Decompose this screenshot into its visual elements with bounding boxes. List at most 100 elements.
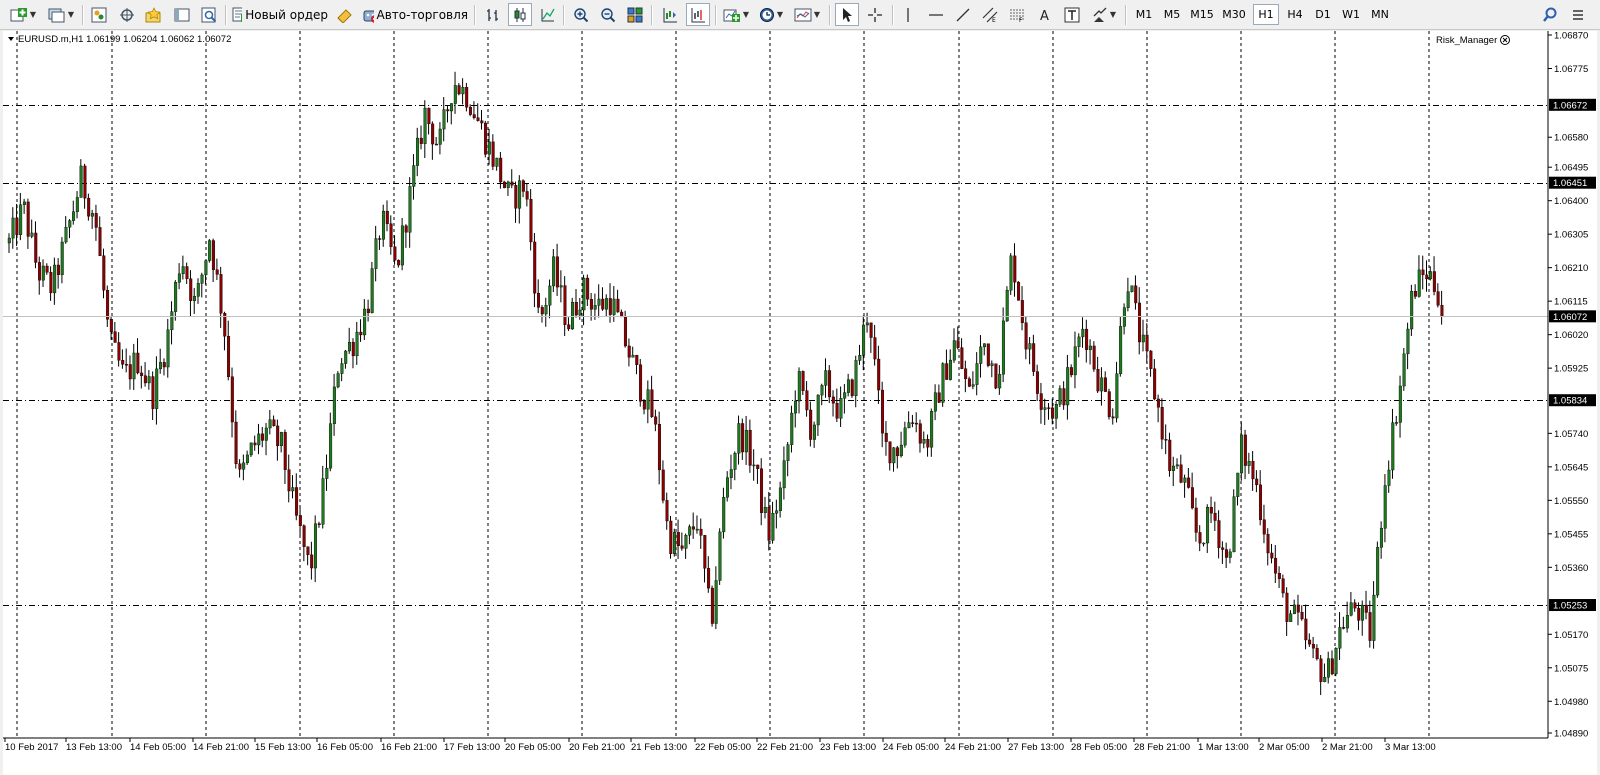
candle-body — [642, 401, 646, 410]
candle-body — [487, 141, 491, 155]
line-chart-icon — [541, 8, 555, 21]
tile-windows-button[interactable] — [624, 3, 646, 26]
candle-body — [1425, 274, 1429, 280]
candle-body — [744, 429, 748, 453]
chart-background — [3, 31, 1597, 775]
candle-body — [1183, 477, 1187, 483]
search-button[interactable] — [1538, 3, 1562, 26]
candle-body — [1141, 334, 1145, 343]
candle-body — [574, 301, 578, 316]
candle-body — [1334, 648, 1338, 675]
channel-tool-button[interactable]: E — [979, 3, 1001, 26]
timeframe-h1[interactable]: H1 — [1253, 4, 1279, 25]
new-order-button[interactable]: Новый ордер — [232, 3, 328, 26]
text-tool-button[interactable]: A — [1034, 3, 1056, 26]
candle-body — [892, 447, 896, 464]
candle-body — [1436, 291, 1440, 306]
candle-body — [952, 340, 956, 361]
line-chart-button[interactable] — [537, 3, 559, 26]
candle-body — [1092, 345, 1096, 370]
timeframe-m15[interactable]: M15 — [1187, 4, 1217, 25]
candle-body — [72, 211, 76, 221]
candle-body — [571, 301, 575, 330]
metaeditor-button[interactable] — [334, 3, 356, 26]
chart-window[interactable]: 1.06870 1.06775 1.06580 1.06495 1.06400 1.063… — [3, 31, 1597, 775]
vertical-line-tool-button[interactable] — [897, 3, 919, 26]
price-tick-label: 1.05360 — [1554, 563, 1588, 574]
candle-body — [733, 453, 737, 470]
terminal-button[interactable] — [171, 3, 193, 26]
chart-symbol-info: EURUSD.m,H1 1.06199 1.06204 1.06062 1.06… — [18, 34, 231, 45]
candle-body — [1013, 255, 1017, 283]
candle-body — [1292, 604, 1296, 614]
time-tick-label: 28 Feb 21:00 — [1134, 742, 1190, 753]
candle-body — [389, 223, 393, 247]
crosshair-tool-button[interactable] — [864, 3, 886, 26]
candle-body — [132, 352, 136, 380]
candle-body — [26, 201, 30, 237]
timeframe-h4[interactable]: H4 — [1282, 4, 1308, 25]
bar-chart-button[interactable] — [482, 3, 504, 26]
candle-body — [298, 515, 302, 526]
timeframe-m1[interactable]: M1 — [1131, 4, 1157, 25]
auto-scroll-button[interactable] — [686, 3, 710, 26]
candle-body — [608, 298, 612, 315]
text-label-icon — [1064, 7, 1080, 22]
indicators-button[interactable]: ▼ — [721, 3, 751, 26]
candle-body — [158, 362, 162, 370]
candle-body — [646, 389, 650, 410]
zoom-out-button[interactable] — [597, 3, 619, 26]
candle-body — [329, 423, 333, 469]
candle-body — [313, 523, 317, 569]
candlestick-chart-button[interactable] — [508, 3, 532, 26]
price-chart[interactable]: 1.06870 1.06775 1.06580 1.06495 1.06400 1.063… — [3, 31, 1597, 775]
profiles-button[interactable]: ▼ — [44, 3, 78, 26]
arrows-tool-button[interactable]: ▼ — [1088, 3, 1120, 26]
candle-body — [249, 442, 253, 456]
cursor-tool-button[interactable] — [835, 3, 859, 26]
candle-body — [589, 298, 593, 310]
candle-body — [306, 546, 310, 556]
auto-trading-button[interactable]: Авто-торговля — [362, 3, 468, 26]
periods-button[interactable]: ▼ — [756, 3, 786, 26]
price-tick-label: 1.04890 — [1554, 729, 1588, 740]
candle-body — [446, 109, 450, 112]
templates-button[interactable]: ▼ — [791, 3, 823, 26]
candle-body — [219, 274, 223, 314]
candle-body — [1421, 269, 1425, 276]
toolbar-options-button[interactable] — [1566, 3, 1590, 26]
trendline-tool-button[interactable] — [952, 3, 974, 26]
candle-body — [30, 232, 34, 237]
navigator-button[interactable] — [116, 3, 138, 26]
candle-body — [491, 141, 495, 167]
strategy-tester-button[interactable] — [198, 3, 220, 26]
fibonacci-tool-button[interactable]: F — [1006, 3, 1028, 26]
text-label-tool-button[interactable] — [1061, 3, 1083, 26]
timeframe-mn[interactable]: MN — [1366, 4, 1394, 25]
candle-body — [1262, 519, 1266, 535]
candle-body — [1134, 285, 1138, 304]
candle-body — [510, 181, 514, 186]
chart-shift-button[interactable] — [659, 3, 681, 26]
candle-body — [340, 363, 344, 374]
timeframe-m30[interactable]: M30 — [1219, 4, 1249, 25]
candle-body — [393, 246, 397, 261]
zoom-in-button[interactable] — [570, 3, 592, 26]
candle-body — [1058, 388, 1062, 405]
new-chart-button[interactable]: ▼ — [6, 3, 40, 26]
timeframe-m5[interactable]: M5 — [1159, 4, 1185, 25]
market-watch-button[interactable] — [88, 3, 110, 26]
candle-body — [820, 385, 824, 396]
timeframe-w1[interactable]: W1 — [1338, 4, 1364, 25]
candle-body — [1073, 346, 1077, 376]
favorites-button[interactable] — [143, 3, 165, 26]
time-tick-label: 17 Feb 13:00 — [444, 742, 500, 753]
auto-scroll-icon — [691, 7, 705, 22]
candle-body — [1387, 469, 1391, 486]
timeframe-d1[interactable]: D1 — [1310, 4, 1336, 25]
candle-body — [253, 442, 257, 446]
time-tick-label: 22 Feb 21:00 — [757, 742, 813, 753]
candle-body — [465, 87, 469, 108]
horizontal-line-tool-button[interactable] — [925, 3, 947, 26]
candle-body — [737, 423, 741, 454]
